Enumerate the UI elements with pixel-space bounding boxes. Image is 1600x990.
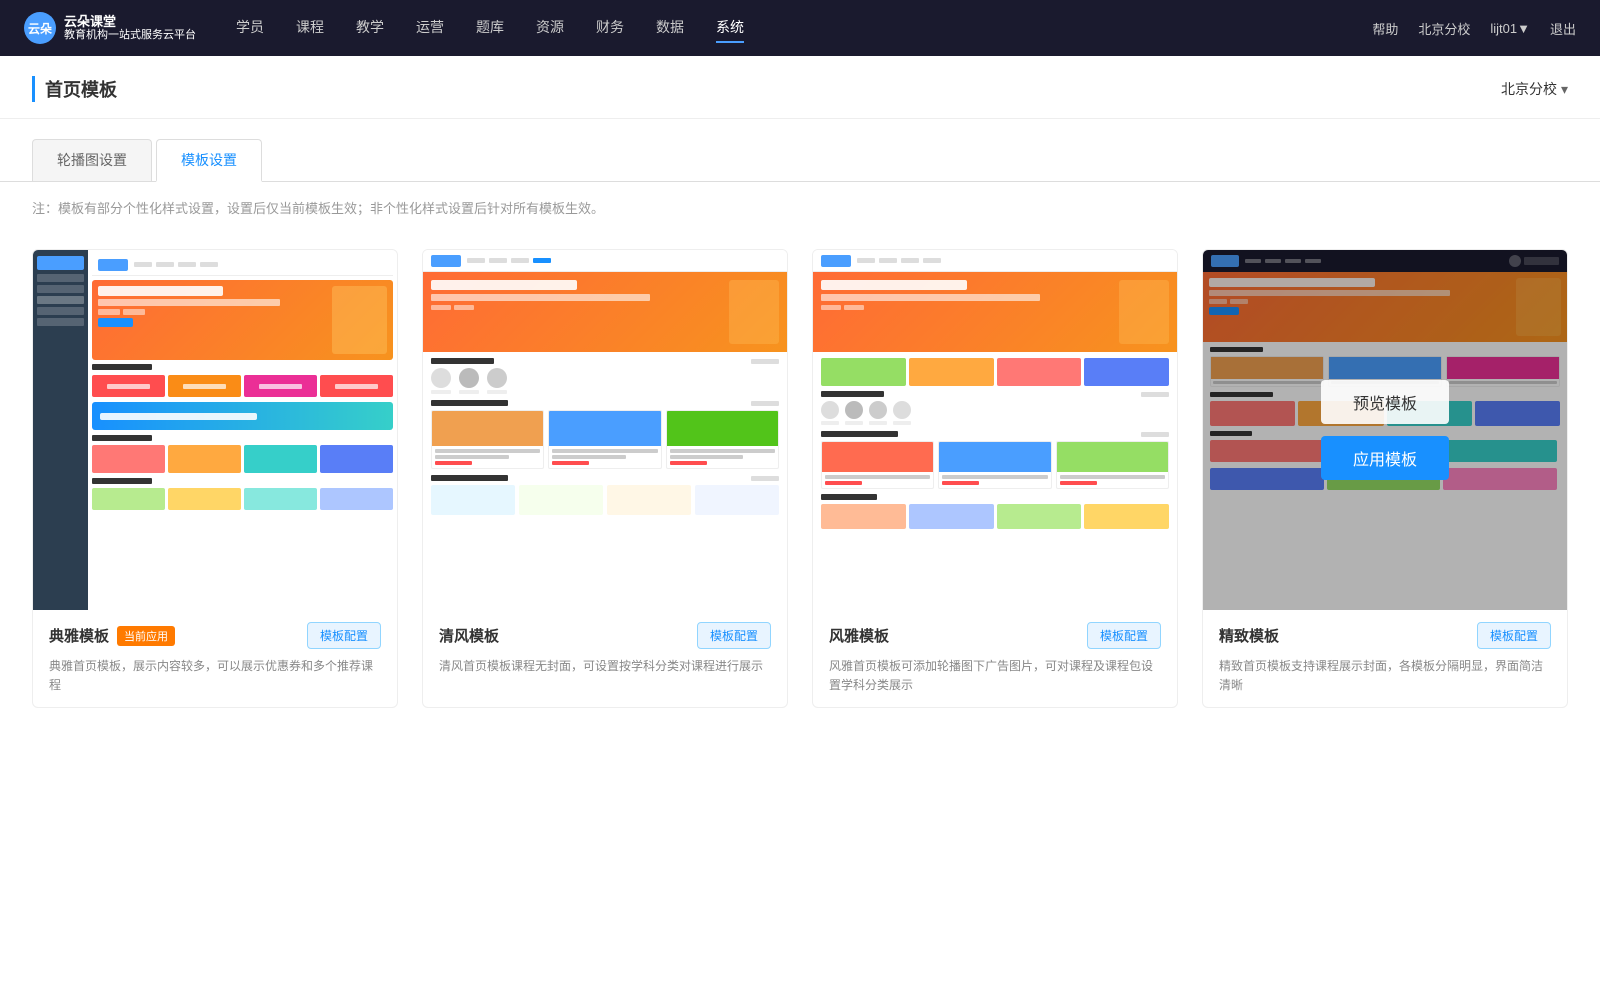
template-name-row-2: 清风模板 模板配置 <box>439 622 771 649</box>
navbar: 云朵 云朵课堂 教育机构一站式服务云平台 学员 课程 教学 运营 题库 资源 财… <box>0 0 1600 56</box>
template-name-row-1: 典雅模板 当前应用 模板配置 <box>49 622 381 649</box>
template-preview-4[interactable]: 预览模板 应用模板 <box>1203 250 1567 610</box>
template-desc-1: 典雅首页模板，展示内容较多，可以展示优惠券和多个推荐课程 <box>49 657 381 695</box>
template-desc-4: 精致首页模板支持课程展示封面，各模板分隔明显，界面简洁清晰 <box>1219 657 1551 695</box>
nav-item-students[interactable]: 学员 <box>236 13 264 43</box>
template-name-2: 清风模板 <box>439 625 499 646</box>
nav-right: 帮助 北京分校 lijt01▼ 退出 <box>1372 19 1576 38</box>
note-text: 注：模板有部分个性化样式设置，设置后仅当前模板生效；非个性化样式设置后针对所有模… <box>0 182 1600 233</box>
template-card-1: 预览模板 应用模板 典雅模板 当前应用 模板配置 典雅首页模板，展示内容较多，可… <box>32 249 398 708</box>
template-name-4: 精致模板 <box>1219 625 1279 646</box>
branch-link[interactable]: 北京分校 <box>1418 19 1470 38</box>
template-preview-1[interactable]: 预览模板 应用模板 <box>33 250 397 610</box>
logout-link[interactable]: 退出 <box>1550 19 1576 38</box>
preview-btn-4[interactable]: 预览模板 <box>1321 380 1449 424</box>
logo-text: 云朵课堂 教育机构一站式服务云平台 <box>64 14 196 43</box>
nav-item-operations[interactable]: 运营 <box>416 13 444 43</box>
template-footer-2: 清风模板 模板配置 清风首页模板课程无封面，可设置按学科分类对课程进行展示 <box>423 610 787 688</box>
template-desc-2: 清风首页模板课程无封面，可设置按学科分类对课程进行展示 <box>439 657 771 676</box>
user-menu[interactable]: lijt01▼ <box>1490 21 1530 36</box>
tab-carousel[interactable]: 轮播图设置 <box>32 139 152 181</box>
template-name-3: 风雅模板 <box>829 625 889 646</box>
nav-items: 学员 课程 教学 运营 题库 资源 财务 数据 系统 <box>236 13 1372 43</box>
page-title: 首页模板 <box>32 76 117 102</box>
template-grid: 预览模板 应用模板 典雅模板 当前应用 模板配置 典雅首页模板，展示内容较多，可… <box>0 233 1600 748</box>
template-footer-1: 典雅模板 当前应用 模板配置 典雅首页模板，展示内容较多，可以展示优惠券和多个推… <box>33 610 397 707</box>
nav-item-finance[interactable]: 财务 <box>596 13 624 43</box>
template-name-row-3: 风雅模板 模板配置 <box>829 622 1161 649</box>
template-footer-3: 风雅模板 模板配置 风雅首页模板可添加轮播图下广告图片，可对课程及课程包设置学科… <box>813 610 1177 707</box>
template-name-row-4: 精致模板 模板配置 <box>1219 622 1551 649</box>
tabs: 轮播图设置 模板设置 <box>32 139 1568 181</box>
nav-item-courses[interactable]: 课程 <box>296 13 324 43</box>
template-preview-3[interactable]: 预览模板 应用模板 <box>813 250 1177 610</box>
template-name-left-4: 精致模板 <box>1219 625 1279 646</box>
page: 首页模板 北京分校 ▾ 轮播图设置 模板设置 注：模板有部分个性化样式设置，设置… <box>0 56 1600 990</box>
apply-btn-4[interactable]: 应用模板 <box>1321 436 1449 480</box>
badge-current-1: 当前应用 <box>117 626 175 646</box>
template-footer-4: 精致模板 模板配置 精致首页模板支持课程展示封面，各模板分隔明显，界面简洁清晰 <box>1203 610 1567 707</box>
nav-item-questions[interactable]: 题库 <box>476 13 504 43</box>
template-name-left-1: 典雅模板 当前应用 <box>49 625 175 646</box>
nav-item-teaching[interactable]: 教学 <box>356 13 384 43</box>
help-link[interactable]: 帮助 <box>1372 19 1398 38</box>
nav-item-resources[interactable]: 资源 <box>536 13 564 43</box>
template-card-3: 预览模板 应用模板 风雅模板 模板配置 风雅首页模板可添加轮播图下广告图片，可对… <box>812 249 1178 708</box>
tab-template[interactable]: 模板设置 <box>156 139 262 182</box>
template-name-left-3: 风雅模板 <box>829 625 889 646</box>
template-card-4: 预览模板 应用模板 精致模板 模板配置 精致首页模板支持课程展示封面，各模板分隔… <box>1202 249 1568 708</box>
template-name-left-2: 清风模板 <box>439 625 499 646</box>
branch-selector[interactable]: 北京分校 ▾ <box>1501 79 1568 99</box>
nav-item-system[interactable]: 系统 <box>716 13 744 43</box>
template-card-2: 预览模板 应用模板 清风模板 模板配置 清风首页模板课程无封面，可设置按学科分类… <box>422 249 788 708</box>
config-btn-2[interactable]: 模板配置 <box>697 622 771 649</box>
template-desc-3: 风雅首页模板可添加轮播图下广告图片，可对课程及课程包设置学科分类展示 <box>829 657 1161 695</box>
chevron-down-icon: ▾ <box>1561 81 1568 98</box>
nav-item-data[interactable]: 数据 <box>656 13 684 43</box>
page-header: 首页模板 北京分校 ▾ <box>0 56 1600 119</box>
logo-icon: 云朵 <box>24 12 56 44</box>
config-btn-4[interactable]: 模板配置 <box>1477 622 1551 649</box>
tabs-container: 轮播图设置 模板设置 <box>0 119 1600 182</box>
logo: 云朵 云朵课堂 教育机构一站式服务云平台 <box>24 12 196 44</box>
config-btn-3[interactable]: 模板配置 <box>1087 622 1161 649</box>
template-preview-2[interactable]: 预览模板 应用模板 <box>423 250 787 610</box>
template-name-1: 典雅模板 <box>49 625 109 646</box>
config-btn-1[interactable]: 模板配置 <box>307 622 381 649</box>
